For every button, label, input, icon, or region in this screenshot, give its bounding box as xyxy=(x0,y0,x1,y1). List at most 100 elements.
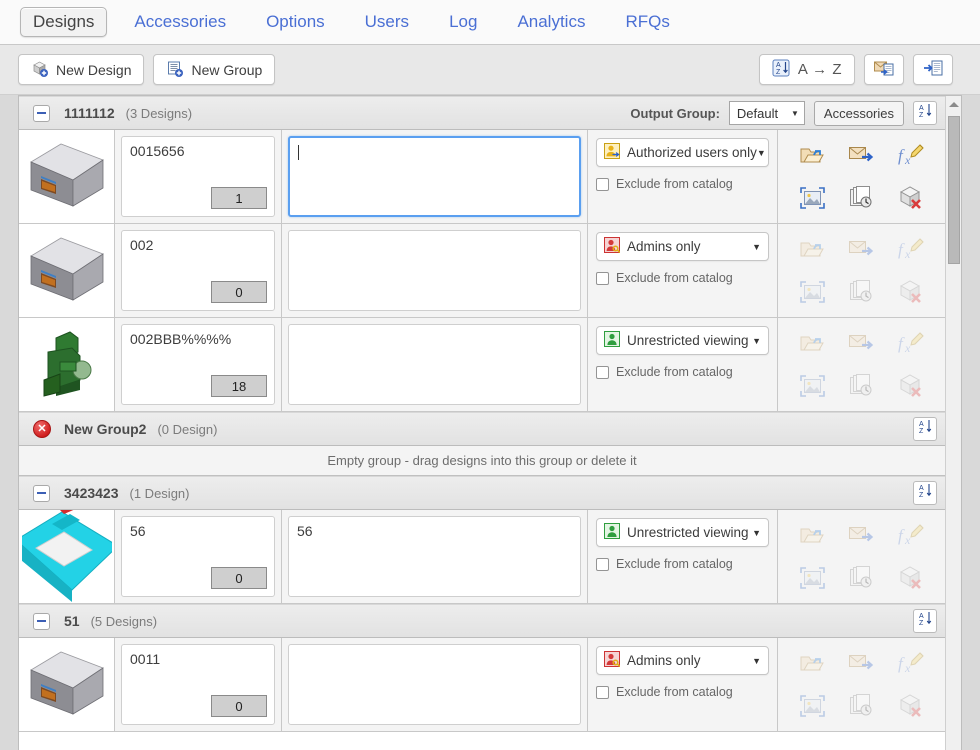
svg-text:A: A xyxy=(919,613,924,620)
new-group-button[interactable]: New Group xyxy=(153,54,276,85)
design-row[interactable]: 56 0 56 Unrestricted viewing ▼ Exclude from c… xyxy=(19,510,945,604)
design-row[interactable]: 0015656 1 Authorized users only ▼ Exclude fr… xyxy=(19,130,945,224)
send-mail-icon[interactable] xyxy=(848,144,875,166)
open-folder-icon[interactable] xyxy=(800,238,826,260)
open-folder-icon[interactable] xyxy=(800,332,826,354)
revision-history-icon[interactable] xyxy=(849,280,874,303)
permission-select[interactable]: Authorized users only ▼ xyxy=(596,138,769,167)
group-sort-button[interactable]: AZ xyxy=(913,101,937,125)
design-name-input[interactable]: 0015656 1 xyxy=(121,136,275,217)
send-mail-icon[interactable] xyxy=(848,332,875,354)
design-name-input[interactable]: 002BBB%%%% 18 xyxy=(121,324,275,405)
group-header[interactable]: 51 (5 Designs) A Z xyxy=(19,604,945,638)
design-quantity-field[interactable]: 18 xyxy=(211,375,267,397)
design-quantity-field[interactable]: 1 xyxy=(211,187,267,209)
exclude-from-catalog-label: Exclude from catalog xyxy=(616,271,733,285)
vertical-scrollbar[interactable] xyxy=(945,96,961,750)
tab-rfqs[interactable]: RFQs xyxy=(612,7,682,37)
import-list-button[interactable] xyxy=(913,54,953,85)
design-description-input[interactable] xyxy=(288,136,581,217)
tab-options[interactable]: Options xyxy=(253,7,338,37)
delete-design-icon[interactable] xyxy=(898,185,924,210)
design-thumbnail-cell[interactable] xyxy=(19,318,115,411)
design-quantity-field[interactable]: 0 xyxy=(211,281,267,303)
tab-analytics[interactable]: Analytics xyxy=(504,7,598,37)
image-frame-icon[interactable] xyxy=(799,186,826,209)
output-group-select[interactable]: Default ▼ xyxy=(728,101,805,125)
design-row[interactable]: 002 0 Admins only ▼ Exclude from catalog f x xyxy=(19,224,945,318)
svg-text:A: A xyxy=(776,62,781,69)
image-frame-icon[interactable] xyxy=(799,694,826,717)
design-quantity-field[interactable]: 0 xyxy=(211,567,267,589)
revision-history-icon[interactable] xyxy=(849,374,874,397)
edit-formula-icon[interactable]: fx xyxy=(898,237,924,261)
design-name-input[interactable]: 002 0 xyxy=(121,230,275,311)
design-description-input[interactable] xyxy=(288,644,581,725)
image-frame-icon[interactable] xyxy=(799,566,826,589)
design-description-input[interactable]: 56 xyxy=(288,516,581,597)
permission-select[interactable]: Unrestricted viewing ▼ xyxy=(596,518,769,547)
design-thumbnail-cell[interactable] xyxy=(19,638,115,731)
group-sort-button[interactable]: AZ xyxy=(913,609,937,633)
group-sort-button[interactable]: AZ xyxy=(913,481,937,505)
collapse-group-button[interactable] xyxy=(33,612,50,630)
new-design-button[interactable]: New Design xyxy=(18,54,145,85)
accessories-button[interactable]: Accessories xyxy=(813,100,904,126)
edit-formula-icon[interactable]: fx xyxy=(898,331,924,355)
design-thumbnail-cell[interactable] xyxy=(19,130,115,223)
image-frame-icon[interactable] xyxy=(799,374,826,397)
image-frame-icon[interactable] xyxy=(799,280,826,303)
send-mail-icon[interactable] xyxy=(848,652,875,674)
design-quantity-field[interactable]: 0 xyxy=(211,695,267,717)
permission-select[interactable]: Admins only ▼ xyxy=(596,232,769,261)
send-mail-icon[interactable] xyxy=(848,238,875,260)
group-sort-button[interactable]: AZ xyxy=(913,417,937,441)
tab-users[interactable]: Users xyxy=(352,7,422,37)
tab-designs[interactable]: Designs xyxy=(20,7,108,37)
edit-formula-icon[interactable]: fx xyxy=(898,523,924,547)
design-name-input[interactable]: 0011 0 xyxy=(121,644,275,725)
export-mail-button[interactable] xyxy=(864,54,904,85)
revision-history-icon[interactable] xyxy=(849,694,874,717)
edit-formula-icon[interactable]: fx xyxy=(898,651,924,675)
design-thumbnail-cell[interactable] xyxy=(19,510,115,603)
exclude-from-catalog-checkbox[interactable]: Exclude from catalog xyxy=(596,271,769,285)
design-row[interactable]: 002BBB%%%% 18 Unrestricted viewing ▼ Exclude… xyxy=(19,318,945,412)
collapse-group-button[interactable] xyxy=(33,484,50,502)
tab-accessories[interactable]: Accessories xyxy=(121,7,239,37)
delete-design-icon[interactable] xyxy=(898,279,924,304)
design-name-value: 002 xyxy=(130,237,154,253)
exclude-from-catalog-checkbox[interactable]: Exclude from catalog xyxy=(596,177,769,191)
scrollbar-thumb[interactable] xyxy=(948,116,960,264)
chevron-down-icon: ▼ xyxy=(752,655,761,666)
delete-design-icon[interactable] xyxy=(898,373,924,398)
open-folder-icon[interactable] xyxy=(800,524,826,546)
scroll-up-button[interactable] xyxy=(946,96,961,112)
delete-design-icon[interactable] xyxy=(898,565,924,590)
exclude-from-catalog-checkbox[interactable]: Exclude from catalog xyxy=(596,557,769,571)
design-description-input[interactable] xyxy=(288,230,581,311)
revision-history-icon[interactable] xyxy=(849,186,874,209)
permission-select[interactable]: Admins only ▼ xyxy=(596,646,769,675)
edit-formula-icon[interactable]: fx xyxy=(898,143,924,167)
svg-text:x: x xyxy=(904,247,911,261)
delete-group-button[interactable]: ✕ xyxy=(33,420,51,438)
delete-design-icon[interactable] xyxy=(898,693,924,718)
send-mail-icon[interactable] xyxy=(848,524,875,546)
tab-log[interactable]: Log xyxy=(436,7,490,37)
group-header[interactable]: ✕ New Group2 (0 Design) A Z xyxy=(19,412,945,446)
exclude-from-catalog-checkbox[interactable]: Exclude from catalog xyxy=(596,685,769,699)
design-name-input[interactable]: 56 0 xyxy=(121,516,275,597)
design-description-input[interactable] xyxy=(288,324,581,405)
revision-history-icon[interactable] xyxy=(849,566,874,589)
open-folder-icon[interactable] xyxy=(800,144,826,166)
exclude-from-catalog-checkbox[interactable]: Exclude from catalog xyxy=(596,365,769,379)
collapse-group-button[interactable] xyxy=(33,104,50,122)
permission-select[interactable]: Unrestricted viewing ▼ xyxy=(596,326,769,355)
design-thumbnail-cell[interactable] xyxy=(19,224,115,317)
design-row[interactable]: 0011 0 Admins only ▼ Exclude from catalog f x xyxy=(19,638,945,732)
open-folder-icon[interactable] xyxy=(800,652,826,674)
sort-az-button[interactable]: A Z A → Z xyxy=(758,54,855,85)
group-header[interactable]: 1111112 (3 Designs) Output Group: Default ▼ A… xyxy=(19,96,945,130)
group-header[interactable]: 3423423 (1 Design) A Z xyxy=(19,476,945,510)
